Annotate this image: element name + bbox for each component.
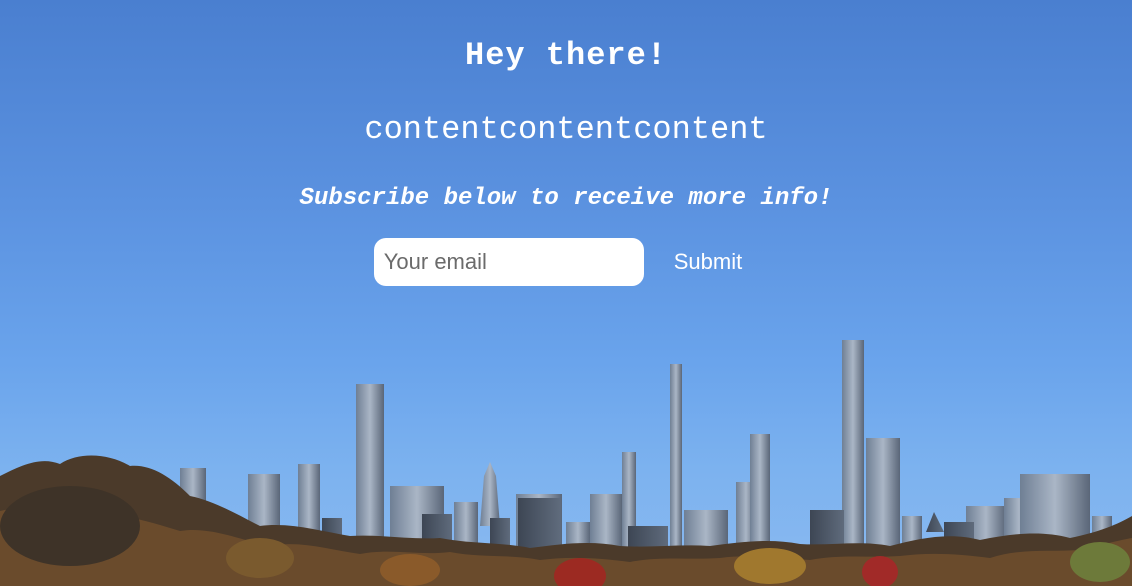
- subscribe-form: Submit: [0, 238, 1132, 286]
- submit-button[interactable]: Submit: [658, 241, 758, 283]
- page-heading: Hey there!: [464, 37, 668, 74]
- body-text: contentcontentcontent: [364, 111, 768, 148]
- city-skyline-image: [0, 340, 1132, 586]
- subscribe-subtitle: Subscribe below to receive more info!: [299, 185, 833, 212]
- email-input[interactable]: [373, 238, 644, 286]
- hero-content: Hey there! contentcontentcontent Subscri…: [0, 0, 1132, 286]
